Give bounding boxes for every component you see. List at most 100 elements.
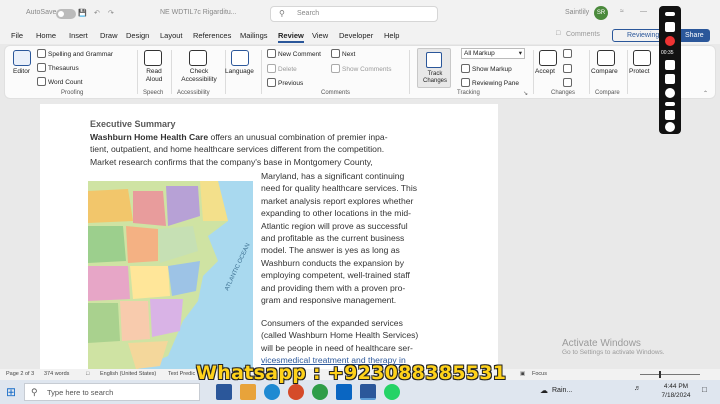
zoom-slider-thumb[interactable]: [659, 371, 661, 378]
notification-icon[interactable]: □: [702, 385, 707, 394]
separator: [533, 50, 534, 94]
reviewing-pane-button[interactable]: Reviewing Pane: [461, 78, 519, 87]
text-line: Atlantic region will prove as successful: [261, 220, 408, 231]
dialog-launcher-icon[interactable]: ↘: [523, 90, 528, 97]
settings-gear-icon[interactable]: [665, 122, 675, 132]
menu-home[interactable]: Home: [36, 31, 56, 40]
track-changes-button[interactable]: Track Changes: [417, 48, 451, 88]
menu-layout[interactable]: Layout: [160, 31, 183, 40]
language-status[interactable]: English (United States): [100, 371, 156, 377]
taskbar-search-box[interactable]: ⚲ Type here to search: [24, 383, 200, 401]
intro-line: Market research confirms that the compan…: [90, 156, 373, 167]
activate-windows-watermark: Activate Windows Go to Settings to activ…: [562, 338, 665, 356]
menu-references[interactable]: References: [193, 31, 231, 40]
show-comments-button[interactable]: Show Comments: [331, 64, 392, 73]
read-aloud-button[interactable]: Read Aloud: [143, 68, 165, 84]
wifi-icon[interactable]: ≈: [620, 8, 624, 15]
zoom-slider[interactable]: [640, 374, 700, 375]
save-icon[interactable]: 💾: [78, 9, 87, 17]
markup-dropdown[interactable]: All Markup ▾: [461, 48, 525, 59]
record-icon[interactable]: [665, 36, 675, 46]
weather-text[interactable]: Rain...: [552, 387, 572, 394]
check-accessibility-button[interactable]: Check Accessibility: [175, 68, 223, 84]
user-name: Saintlily: [565, 9, 590, 16]
previous-comment-button[interactable]: Previous: [267, 78, 303, 87]
protect-button[interactable]: Protect: [629, 68, 650, 75]
next-change-button[interactable]: [563, 78, 574, 87]
webcam-icon[interactable]: [665, 88, 675, 98]
show-markup-button[interactable]: Show Markup: [461, 64, 512, 73]
read-aloud-icon: [144, 50, 162, 66]
new-comment-button[interactable]: New Comment: [267, 49, 321, 58]
drag-handle-icon[interactable]: [665, 12, 675, 16]
menu-file[interactable]: File: [11, 31, 23, 40]
reject-button[interactable]: [563, 49, 574, 58]
text-line: Washburn conducts the expansion by: [261, 257, 404, 268]
screen-icon[interactable]: [665, 110, 675, 120]
accept-button[interactable]: Accept: [535, 68, 555, 75]
word-app-icon[interactable]: [360, 384, 376, 400]
weather-icon[interactable]: ☁: [540, 386, 548, 395]
word-count[interactable]: 374 words: [44, 371, 69, 377]
menu-mailings[interactable]: Mailings: [240, 31, 268, 40]
menu-review[interactable]: Review: [278, 31, 304, 43]
windows-start-icon[interactable]: ⊞: [6, 385, 16, 399]
us-east-map-image: ATLANTIC OCEAN: [88, 181, 253, 369]
whatsapp-icon[interactable]: [384, 384, 400, 400]
menu-design[interactable]: Design: [126, 31, 149, 40]
compare-button[interactable]: Compare: [591, 68, 618, 75]
ribbon-review: Editor Spelling and Grammar Thesaurus Wo…: [4, 45, 716, 99]
reviewing-mode-button[interactable]: Reviewing: [612, 29, 662, 42]
chevron-down-icon: ▾: [518, 50, 522, 57]
menu-insert[interactable]: Insert: [69, 31, 88, 40]
word-count-icon: [37, 77, 46, 86]
redo-icon[interactable]: ↷: [108, 9, 114, 17]
menu-developer[interactable]: Developer: [339, 31, 373, 40]
spelling-grammar-button[interactable]: Spelling and Grammar: [37, 49, 113, 58]
focus-icon[interactable]: ▣: [520, 371, 525, 377]
camera-icon[interactable]: [665, 22, 675, 32]
text-line: Consumers of the expanded services: [261, 318, 403, 328]
delete-comment-button[interactable]: Delete: [267, 64, 297, 73]
intro-line: tient, outpatient, and home healthcare s…: [90, 144, 385, 155]
language-button[interactable]: Language: [225, 68, 254, 75]
menu-draw[interactable]: Draw: [100, 31, 118, 40]
menu-help[interactable]: Help: [384, 31, 399, 40]
text-predictions-status[interactable]: Text Predic: [168, 371, 195, 377]
thesaurus-button[interactable]: Thesaurus: [37, 63, 79, 72]
previous-change-button[interactable]: [563, 64, 574, 73]
text-line: (called Washburn Home Health Services): [261, 330, 419, 341]
word-count-button[interactable]: Word Count: [37, 77, 83, 86]
page-count[interactable]: Page 2 of 3: [6, 371, 34, 377]
undo-icon[interactable]: ↶: [94, 9, 100, 17]
proofing-status-icon[interactable]: □: [86, 371, 89, 377]
document-title: NE WDTIL7c Rigarditu...: [160, 9, 237, 16]
new-comment-label: New Comment: [278, 51, 321, 58]
browser-icon[interactable]: [288, 384, 304, 400]
group-speech-label: Speech: [143, 90, 164, 96]
task-view-icon[interactable]: [216, 384, 232, 400]
file-explorer-icon[interactable]: [240, 384, 256, 400]
clock-date[interactable]: 7/18/2024: [656, 392, 696, 399]
accessibility-icon: [189, 50, 207, 66]
chrome-icon[interactable]: [312, 384, 328, 400]
autosave-toggle[interactable]: [56, 9, 76, 19]
clock-time[interactable]: 4:44 PM: [660, 383, 692, 390]
menu-view[interactable]: View: [312, 31, 328, 40]
previous-change-icon: [563, 64, 572, 73]
search-box[interactable]: ⚲ Search: [270, 6, 438, 22]
volume-icon[interactable]: ♬: [634, 385, 641, 392]
avatar[interactable]: SR: [594, 6, 608, 20]
editor-button[interactable]: Editor: [13, 68, 30, 75]
next-comment-button[interactable]: Next: [331, 49, 355, 58]
microphone-icon[interactable]: [665, 74, 675, 84]
collapse-ribbon-icon[interactable]: ⌃: [703, 90, 708, 97]
comments-button[interactable]: Comments: [566, 31, 600, 38]
edge-icon[interactable]: [264, 384, 280, 400]
delete-label: Delete: [278, 66, 297, 73]
app-icon[interactable]: [336, 384, 352, 400]
minimize-icon[interactable]: —: [640, 8, 647, 15]
word-count-label: Word Count: [48, 79, 83, 86]
pause-icon[interactable]: [665, 60, 675, 70]
focus-button[interactable]: Focus: [532, 371, 547, 377]
